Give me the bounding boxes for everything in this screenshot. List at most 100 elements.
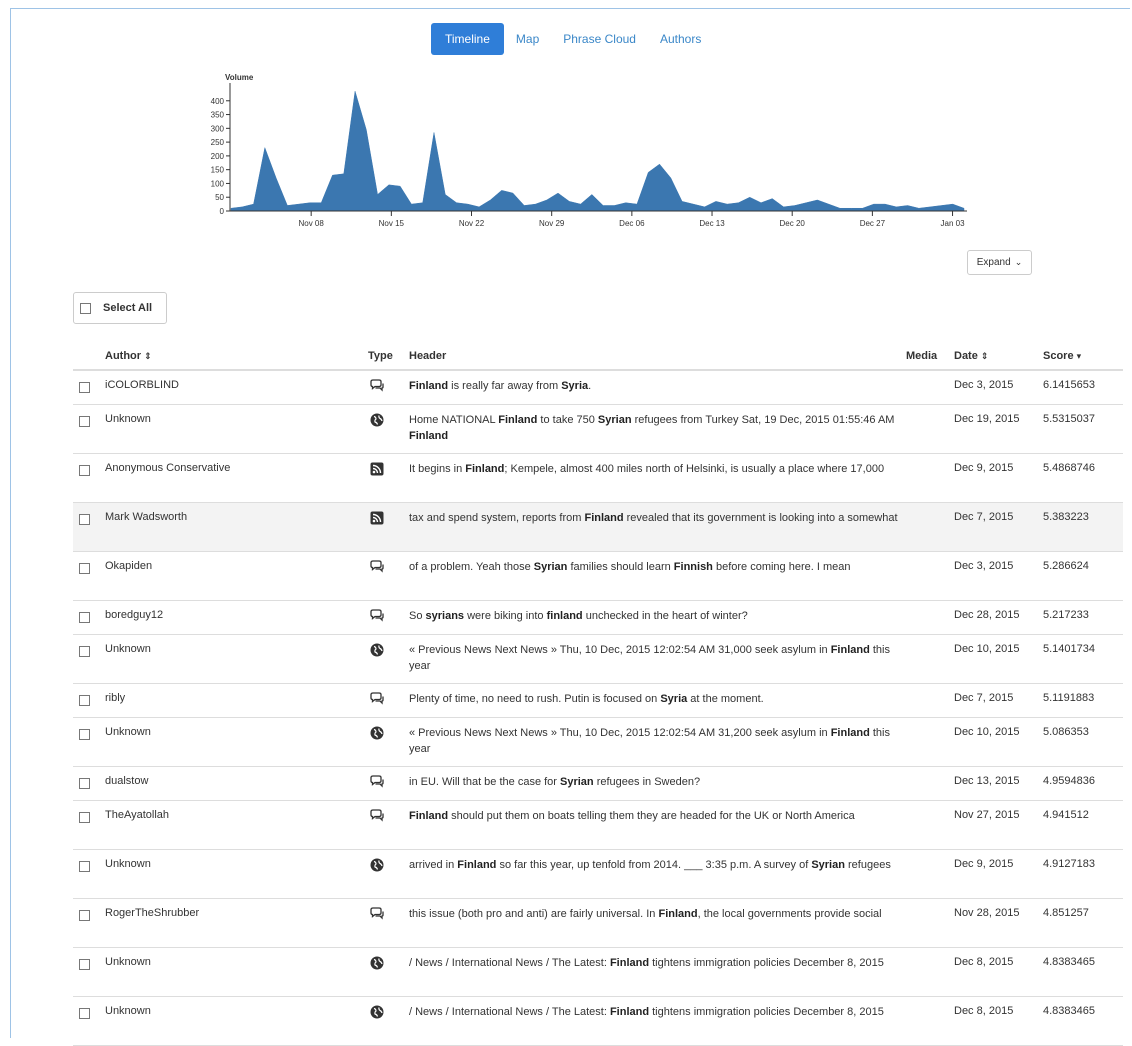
- row-checkbox[interactable]: [79, 382, 90, 393]
- header-text: .: [588, 380, 592, 392]
- chevron-down-icon: ⌄: [1014, 257, 1023, 267]
- header-cell: « Previous News Next News » Thu, 10 Dec,…: [409, 642, 899, 674]
- author-cell: ribly: [105, 692, 126, 704]
- author-cell: Unknown: [105, 726, 151, 738]
- date-cell: Dec 28, 2015: [954, 609, 1020, 621]
- table-row[interactable]: boredguy12 So syrians were biking into fi…: [73, 601, 1123, 635]
- header-cell: « Previous News Next News » Thu, 10 Dec,…: [409, 725, 899, 757]
- header-text: to take 750: [537, 414, 598, 426]
- row-checkbox[interactable]: [79, 778, 90, 789]
- table-row[interactable]: Unknown / News / International News / The…: [73, 997, 1123, 1046]
- date-cell: Dec 10, 2015: [954, 643, 1020, 655]
- y-tick-label: 350: [211, 111, 225, 120]
- comments-icon: [369, 608, 385, 624]
- score-cell: 4.8383465: [1043, 956, 1095, 968]
- table-row[interactable]: Unknown / News / International News / The…: [73, 948, 1123, 997]
- row-checkbox[interactable]: [79, 514, 90, 525]
- comments-icon: [369, 691, 385, 707]
- score-cell: 5.4868746: [1043, 462, 1095, 474]
- x-tick-label: Nov 15: [379, 219, 405, 228]
- y-tick-label: 250: [211, 138, 225, 147]
- select-all-button[interactable]: Select All: [73, 292, 167, 324]
- header-cell: So syrians were biking into finland unch…: [409, 608, 899, 624]
- x-tick-label: Jan 03: [941, 219, 966, 228]
- row-checkbox[interactable]: [79, 812, 90, 823]
- expand-button[interactable]: Expand ⌄: [967, 250, 1032, 275]
- author-cell: Mark Wadsworth: [105, 511, 188, 523]
- table-row[interactable]: Unknown arrived in Finland so far this ye…: [73, 850, 1123, 899]
- table-row[interactable]: ribly Plenty of time, no need to rush. Pu…: [73, 684, 1123, 718]
- row-checkbox[interactable]: [79, 612, 90, 623]
- row-checkbox[interactable]: [79, 729, 90, 740]
- row-checkbox[interactable]: [79, 695, 90, 706]
- rss-icon: [369, 510, 385, 526]
- header-cell: in EU. Will that be the case for Syrian …: [409, 774, 899, 790]
- author-cell: Unknown: [105, 413, 151, 425]
- highlighted-term: Finland: [409, 810, 449, 822]
- table-row[interactable]: iCOLORBLIND Finland is really far away fr…: [73, 371, 1123, 405]
- table-row[interactable]: Unknown « Previous News Next News » Thu, …: [73, 718, 1123, 767]
- table-row[interactable]: Unknown « Previous News Next News » Thu, …: [73, 635, 1123, 684]
- tab-authors[interactable]: Authors: [648, 23, 713, 55]
- tab-map[interactable]: Map: [504, 23, 551, 55]
- y-tick-label: 50: [215, 193, 224, 202]
- row-checkbox[interactable]: [79, 861, 90, 872]
- score-cell: 4.9594836: [1043, 775, 1095, 787]
- volume-area-series: [230, 91, 965, 212]
- highlighted-term: Finland: [609, 1006, 650, 1018]
- table-row[interactable]: Unknown Home NATIONAL Finland to take 750…: [73, 405, 1123, 454]
- author-column-header[interactable]: Author ⇕: [105, 350, 152, 362]
- comments-icon: [369, 559, 385, 575]
- tab-phrase-cloud[interactable]: Phrase Cloud: [551, 23, 648, 55]
- header-text: ; Kempele, almost 400 miles north of Hel…: [504, 463, 885, 475]
- table-row[interactable]: dualstow in EU. Will that be the case for…: [73, 767, 1123, 801]
- table-row[interactable]: Okapiden of a problem. Yeah those Syrian …: [73, 552, 1123, 601]
- row-checkbox[interactable]: [79, 563, 90, 574]
- header-text: refugees from Turkey Sat, 19 Dec, 2015 0…: [631, 414, 895, 426]
- highlighted-term: Syrian: [560, 776, 594, 788]
- tab-timeline[interactable]: Timeline: [431, 23, 504, 55]
- score-cell: 5.086353: [1043, 726, 1089, 738]
- author-cell: Unknown: [105, 643, 151, 655]
- globe-icon: [369, 412, 385, 428]
- table-header: Author ⇕ Type Header Media Date ⇕ Score …: [73, 342, 1123, 371]
- header-text: / News / International News / The Latest…: [409, 957, 610, 969]
- table-row[interactable]: Anonymous Conservative It begins in Finla…: [73, 454, 1123, 503]
- x-tick-label: Dec 27: [860, 219, 886, 228]
- view-tabs: Timeline Map Phrase Cloud Authors: [431, 23, 713, 55]
- highlighted-term: syrians: [425, 610, 465, 622]
- header-text: « Previous News Next News » Thu, 10 Dec,…: [409, 727, 831, 739]
- header-cell: arrived in Finland so far this year, up …: [409, 857, 899, 873]
- header-text: Home NATIONAL: [409, 414, 499, 426]
- row-checkbox[interactable]: [79, 465, 90, 476]
- score-cell: 4.9127183: [1043, 858, 1095, 870]
- date-column-header[interactable]: Date ⇕: [954, 350, 988, 362]
- row-checkbox[interactable]: [79, 1008, 90, 1019]
- header-text: in EU. Will that be the case for: [409, 776, 561, 788]
- table-row[interactable]: Mark Wadsworth tax and spend system, repo…: [73, 503, 1123, 552]
- author-cell: Anonymous Conservative: [105, 462, 231, 474]
- row-checkbox[interactable]: [79, 910, 90, 921]
- header-text: were biking into: [464, 610, 547, 622]
- date-cell: Dec 8, 2015: [954, 1005, 1014, 1017]
- header-text: / News / International News / The Latest…: [409, 1006, 610, 1018]
- table-row[interactable]: RogerTheShrubber this issue (both pro and…: [73, 899, 1123, 948]
- row-checkbox[interactable]: [79, 959, 90, 970]
- header-cell: this issue (both pro and anti) are fairl…: [409, 906, 899, 922]
- rss-icon: [369, 461, 385, 477]
- table-row[interactable]: TheAyatollah Finland should put them on b…: [73, 801, 1123, 850]
- chart-title: Volume: [225, 73, 254, 82]
- header-text: « Previous News Next News » Thu, 10 Dec,…: [409, 644, 831, 656]
- globe-icon: [369, 1004, 385, 1020]
- y-tick-label: 300: [211, 124, 225, 133]
- y-tick-label: 400: [211, 97, 225, 106]
- select-all-checkbox[interactable]: [80, 302, 91, 314]
- row-checkbox[interactable]: [79, 646, 90, 657]
- score-cell: 5.286624: [1043, 560, 1089, 572]
- score-column-header[interactable]: Score ▾: [1043, 350, 1081, 362]
- header-text: before coming here. I mean: [712, 561, 851, 573]
- row-checkbox[interactable]: [79, 416, 90, 427]
- globe-icon: [369, 642, 385, 658]
- highlighted-term: Syrian: [597, 414, 632, 426]
- header-text: tightens immigration policies December 8…: [649, 957, 884, 969]
